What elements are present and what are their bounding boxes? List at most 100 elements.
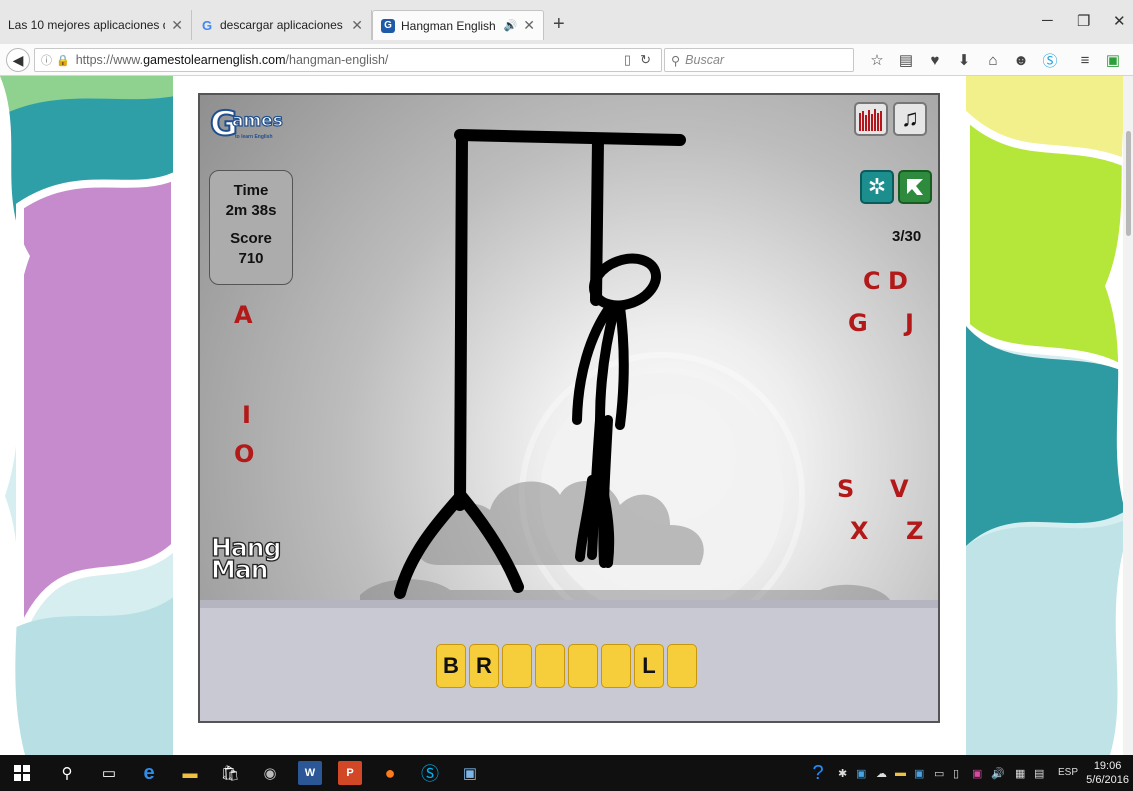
music-note-icon: ♫ xyxy=(901,105,919,132)
scrollbar-thumb[interactable] xyxy=(1126,131,1131,236)
letter-slot: L xyxy=(634,644,664,688)
library-icon[interactable]: ▤ xyxy=(897,51,915,69)
volume-icon[interactable]: 🔊 xyxy=(991,767,1005,780)
hangman-scene xyxy=(200,129,938,721)
tray-cloud-icon[interactable]: ▣ xyxy=(914,767,924,780)
score-label: Score xyxy=(230,230,272,247)
score-value: 710 xyxy=(238,250,264,267)
tab-descargar-aplicaciones[interactable]: G descargar aplicaciones par... ✕ xyxy=(192,10,372,40)
missed-letter: G xyxy=(848,309,868,337)
downloads-icon[interactable]: ⬇ xyxy=(955,51,973,69)
letter-slot xyxy=(535,644,565,688)
letter-slot: R xyxy=(469,644,499,688)
back-button[interactable]: ◀ xyxy=(6,48,30,72)
onedrive-icon[interactable]: ☁ xyxy=(876,767,887,780)
logo-text: ames xyxy=(231,110,283,131)
clock-date: 5/6/2016 xyxy=(1086,774,1129,786)
minimize-window-button[interactable]: ─ xyxy=(1042,12,1053,29)
help-icon[interactable]: ? xyxy=(806,761,830,785)
letter-slot xyxy=(502,644,532,688)
windows-taskbar: ⚲ ▭ e ▬ 🛍 ◉ W P ● Ⓢ ▣ ? ✱ ▣ ☁ ▬ ▣ ▭ ▯ ▣ … xyxy=(0,755,1133,791)
tray-media-icon[interactable]: ▣ xyxy=(972,767,982,780)
missed-letter: O xyxy=(234,440,255,468)
tray-folder-icon[interactable]: ▬ xyxy=(895,767,906,779)
letter-slot xyxy=(568,644,598,688)
tab-label: descargar aplicaciones par... xyxy=(220,18,345,32)
file-explorer-icon[interactable]: ▬ xyxy=(178,761,202,785)
network-icon[interactable]: ▯ xyxy=(953,767,959,780)
missed-letter: D xyxy=(888,267,908,295)
music-button[interactable]: ♫ xyxy=(893,102,927,136)
search-input[interactable]: ⚲ Buscar xyxy=(664,48,854,72)
time-value: 2m 38s xyxy=(225,202,277,219)
settings-button[interactable]: ✲ xyxy=(860,170,894,204)
time-label: Time xyxy=(233,182,269,199)
tab-label: Hangman English - Le... xyxy=(401,18,498,33)
taskbar-clock[interactable]: 19:06 5/6/2016 xyxy=(1086,759,1129,787)
hangman-logo-line2: Man xyxy=(210,555,269,584)
skype-icon[interactable]: Ⓢ xyxy=(1041,51,1059,70)
home-icon[interactable]: ⌂ xyxy=(984,51,1002,69)
browser-tab-bar: Las 10 mejores aplicaciones de... ✕ G de… xyxy=(0,0,1133,44)
close-tab-icon[interactable]: ✕ xyxy=(351,17,363,34)
skype-app-icon[interactable]: Ⓢ xyxy=(418,761,442,785)
powerpoint-app-icon[interactable]: P xyxy=(338,761,362,785)
tray-app-icon[interactable]: ▣ xyxy=(856,767,866,780)
letter-slot xyxy=(667,644,697,688)
reload-icon[interactable]: ↻ xyxy=(640,52,651,68)
tab-mejores-aplicaciones[interactable]: Las 10 mejores aplicaciones de... ✕ xyxy=(0,10,192,40)
missed-letter: A xyxy=(234,301,253,329)
search-icon[interactable]: ⚲ xyxy=(55,761,79,785)
games-to-learn-english-icon: G xyxy=(381,18,395,33)
url-prefix: https://www. xyxy=(75,53,144,67)
volume-bars-icon xyxy=(859,109,882,131)
webcam-app-icon[interactable]: ◉ xyxy=(258,761,282,785)
battery-icon[interactable]: ▭ xyxy=(934,767,944,780)
firefox-icon[interactable]: ● xyxy=(378,761,402,785)
action-center-icon[interactable]: ▤ xyxy=(1034,767,1044,780)
extension-icon[interactable]: ▣ xyxy=(1104,51,1122,69)
arrow-corner-icon xyxy=(907,179,923,195)
edge-browser-icon[interactable]: e xyxy=(137,761,161,785)
time-score-panel: Time 2m 38s Score 710 xyxy=(209,170,293,285)
google-icon: G xyxy=(201,17,213,33)
word-app-icon[interactable]: W xyxy=(298,761,322,785)
site-info-icon[interactable]: ⓘ xyxy=(41,52,52,68)
hangman-game-canvas[interactable]: G ames to learn English Time 2m 38s Scor… xyxy=(198,93,940,723)
audio-playing-icon[interactable]: 🔊 xyxy=(504,19,518,32)
restore-window-button[interactable]: ❐ xyxy=(1077,12,1090,30)
missed-letter: X xyxy=(850,517,869,545)
photos-app-icon[interactable]: ▣ xyxy=(458,761,482,785)
ghost-extension-icon[interactable]: ☻ xyxy=(1012,51,1030,69)
pocket-icon[interactable]: ♥ xyxy=(926,51,944,69)
close-tab-icon[interactable]: ✕ xyxy=(523,17,535,34)
bluetooth-icon[interactable]: ✱ xyxy=(838,767,847,780)
tray-windows-icon[interactable]: ▦ xyxy=(1015,767,1025,780)
search-placeholder: Buscar xyxy=(685,53,725,67)
menu-icon[interactable]: ≡ xyxy=(1076,51,1094,69)
close-window-button[interactable]: ✕ xyxy=(1113,12,1126,30)
bookmark-star-icon[interactable]: ☆ xyxy=(868,51,886,69)
url-path: /hangman-english/ xyxy=(285,53,389,67)
new-tab-button[interactable]: + xyxy=(553,14,565,34)
close-tab-icon[interactable]: ✕ xyxy=(171,17,183,34)
sound-effects-button[interactable] xyxy=(854,102,888,136)
missed-letter: J xyxy=(905,309,914,337)
start-button[interactable] xyxy=(10,761,34,785)
missed-letter: I xyxy=(242,401,251,429)
page-scrollbar[interactable] xyxy=(1123,76,1133,755)
language-indicator[interactable]: ESP xyxy=(1058,767,1078,778)
question-progress: 3/30 xyxy=(892,228,922,245)
reader-view-icon[interactable]: ▯ xyxy=(624,52,631,68)
windows-logo-icon xyxy=(14,765,30,781)
tab-hangman-english[interactable]: G Hangman English - Le... 🔊 ✕ xyxy=(372,10,544,40)
address-bar[interactable]: ⓘ 🔒 https://www.gamestolearnenglish.com/… xyxy=(34,48,662,72)
letter-slot: B xyxy=(436,644,466,688)
hangman-logo: Hang Man xyxy=(210,534,282,584)
task-view-icon[interactable]: ▭ xyxy=(97,761,121,785)
url-text: https://www.gamestolearnenglish.com/hang… xyxy=(76,53,389,67)
back-to-menu-button[interactable] xyxy=(898,170,932,204)
gear-icon: ✲ xyxy=(867,174,887,199)
store-icon[interactable]: 🛍 xyxy=(218,761,242,785)
games-to-learn-english-logo[interactable]: G ames to learn English xyxy=(209,106,283,145)
